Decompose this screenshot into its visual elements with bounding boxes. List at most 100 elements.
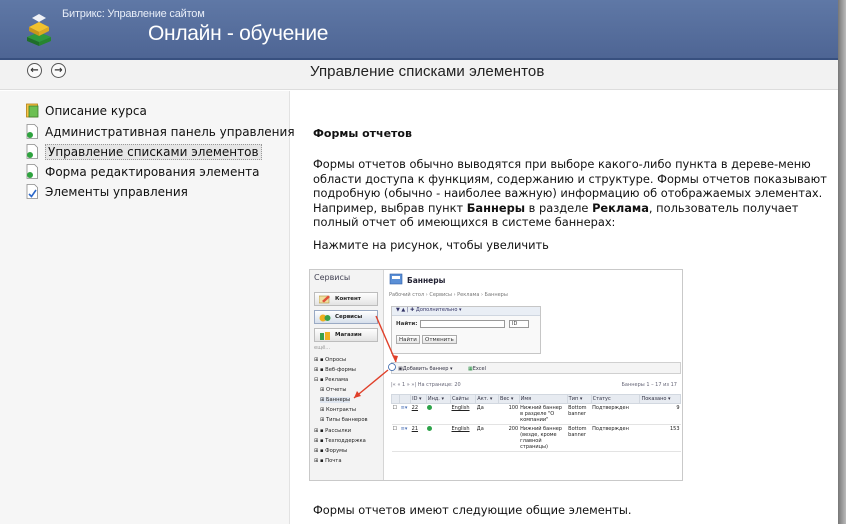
shot-tree-label: Контракты [326, 407, 356, 413]
sidebar-item-list-management[interactable]: Управление списками элементов [26, 143, 262, 160]
shot-table-row: ☐ ≡▾ 21 English Да 200 Нижний баннер (ве… [391, 424, 681, 452]
shot-button-label: Контент [335, 296, 361, 302]
brand-subtitle: Битрикс: Управление сайтом [62, 8, 205, 20]
shot-cell-indicator [426, 424, 451, 452]
sidebar-item-label: Форма редактирования элемента [45, 164, 260, 179]
shot-col [399, 394, 412, 404]
pencil-icon [319, 295, 330, 304]
shot-breadcrumb: Рабочий стол › Сервисы › Реклама › Банне… [389, 292, 508, 298]
shot-excel-button: ▦ Excel [468, 365, 486, 372]
shot-tree-label: Рассылки [325, 428, 352, 434]
shot-checkbox: ☐ [391, 403, 400, 425]
shot-cell-site: English [450, 403, 476, 425]
shot-menu-icon: ≡▾ [399, 403, 411, 425]
zoom-hint: Нажмите на рисунок, чтобы увеличить [313, 238, 549, 252]
shot-tree-item: ⊞ ▪ Рассылки [314, 428, 352, 434]
shot-tree-label: Баннеры [326, 397, 351, 403]
shot-filter-select: ID [509, 320, 529, 328]
shot-col: Показано ▾ [639, 394, 681, 404]
shot-col: Сайты [449, 394, 477, 404]
shot-tree-item: ⊞ ▪ Техподдержка [314, 438, 366, 444]
shot-tree-label: Веб-формы [325, 367, 356, 373]
sidebar-item-label: Элементы управления [45, 184, 188, 199]
shot-main-area: Баннеры Рабочий стол › Сервисы › Реклама… [385, 270, 682, 480]
course-sidebar: Описание курса Административная панель у… [0, 91, 295, 524]
sidebar-item-label: Управление списками элементов [45, 143, 262, 160]
shot-tree-item: ⊞ Типы баннеров [320, 417, 368, 423]
status-dot-icon [427, 405, 433, 410]
window-shadow [838, 0, 846, 524]
brand-title: Онлайн - обучение [148, 22, 329, 45]
section-heading: Формы отчетов [313, 127, 412, 140]
shot-excel-label: Excel [472, 365, 486, 372]
page-title: Управление списками элементов [310, 63, 545, 80]
page-green-icon [26, 164, 38, 179]
shot-cell-weight: 200 [498, 424, 520, 452]
shot-cell-name: Нижний баннер в разделе "О компании" [519, 403, 568, 425]
shot-button-services: Сервисы [314, 310, 378, 324]
forward-icon[interactable]: → [51, 63, 66, 78]
shot-cell-status: Подтвержден [591, 424, 640, 452]
paragraph-bold: Баннеры [466, 200, 526, 215]
services-icon [319, 314, 331, 322]
shot-tree-label: Реклама [325, 377, 349, 383]
shot-cell-type: Bottom banner [567, 424, 592, 452]
store-icon [320, 332, 330, 340]
shot-find-button: Найти [396, 335, 420, 344]
shot-page-title: Баннеры [407, 276, 446, 285]
shot-cell-status: Подтвержден [591, 403, 640, 425]
shot-filter-toolbar: ▼ ▲ | ✚ Дополнительно ▾ [392, 307, 540, 316]
shot-col: ID ▾ [410, 394, 427, 404]
shot-banners-table: ID ▾ Инд. ▾ Сайты Акт. ▾ Вес ▾ Имя Тип ▾… [390, 394, 681, 452]
shot-tree-item: ⊞ ▪ Почта [314, 458, 342, 464]
shot-col: Имя [518, 394, 568, 404]
shot-add-label: Добавить баннер ▾ [402, 365, 453, 372]
paragraph-bold: Реклама [592, 200, 649, 215]
sidebar-item-label: Административная панель управления [45, 124, 295, 139]
back-icon[interactable]: ← [27, 63, 42, 78]
shot-col: Вес ▾ [498, 394, 520, 404]
shot-sidebar-title: Сервисы [314, 273, 351, 282]
bitrix-logo-icon [27, 14, 51, 46]
sidebar-item-controls[interactable]: Элементы управления [26, 183, 188, 200]
shot-cell-type: Bottom banner [567, 403, 592, 425]
shot-toolbar: ▣ Добавить баннер ▾ ▦ Excel [391, 362, 681, 374]
shot-cell-id: 21 [410, 424, 427, 452]
shot-cell-active: Да [475, 424, 499, 452]
shot-tree-item: ⊞ ▪ Форумы [314, 448, 348, 454]
shot-tree-label: Типы баннеров [326, 417, 368, 423]
shot-tree-label: Почта [325, 458, 342, 464]
shot-cell-shown: 9 [639, 403, 681, 425]
lesson-paragraph: Формы отчетов обычно выводятся при выбор… [313, 157, 831, 230]
shot-tree-item: ⊞ Контракты [320, 407, 356, 413]
paragraph-text: в разделе [525, 200, 593, 215]
shot-col: Инд. ▾ [425, 394, 451, 404]
sidebar-item-course-description[interactable]: Описание курса [26, 102, 147, 119]
shot-add-banner-button: ▣ Добавить баннер ▾ [398, 365, 453, 372]
shot-cancel-button: Отменить [422, 335, 457, 344]
shot-button-content: Контент [314, 292, 378, 306]
shot-tree-item: ⊞ Отчеты [320, 387, 347, 393]
sidebar-item-admin-panel[interactable]: Административная панель управления [26, 123, 295, 140]
shot-tree-label: Техподдержка [325, 438, 366, 444]
shot-col: Тип ▾ [566, 394, 592, 404]
page-green-icon [26, 144, 38, 159]
shot-tree-label: Отчеты [326, 387, 347, 393]
shot-button-label: Сервисы [335, 314, 363, 320]
shot-col: Статус [590, 394, 641, 404]
shot-table-row: ☐ ≡▾ 22 English Да 100 Нижний баннер в р… [391, 403, 681, 425]
banners-screenshot-image[interactable]: Сервисы Контент Сервисы Магазин ещё... ⊞… [309, 269, 683, 481]
course-book-icon [26, 103, 39, 118]
shot-cell-site: English [450, 424, 476, 452]
shot-pager-nav: |« « 1 » »| На странице: 20 [391, 382, 461, 388]
shot-sidebar: Сервисы Контент Сервисы Магазин ещё... ⊞… [310, 270, 384, 480]
shot-checkbox: ☐ [391, 424, 400, 452]
sidebar-item-label: Описание курса [45, 103, 147, 118]
shot-button-label: Магазин [335, 332, 362, 338]
shot-tree-item: ⊟ ▪ Реклама [314, 377, 349, 383]
shot-tree-item: ⊞ ▪ Веб-формы [314, 367, 356, 373]
banner-icon [389, 273, 403, 285]
closing-paragraph: Формы отчетов имеют следующие общие элем… [313, 503, 632, 517]
sidebar-item-edit-form[interactable]: Форма редактирования элемента [26, 163, 260, 180]
shot-filter-label: Найти: [396, 321, 418, 327]
